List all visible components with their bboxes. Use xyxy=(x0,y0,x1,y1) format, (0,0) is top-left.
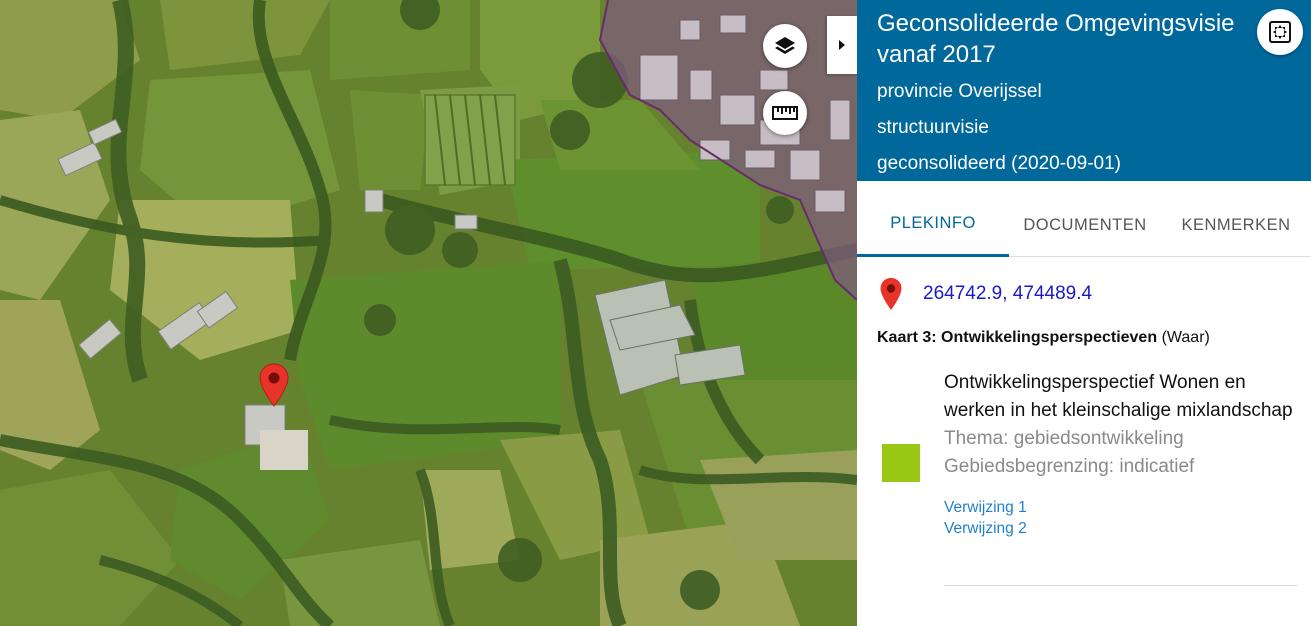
ruler-icon xyxy=(772,106,798,120)
map-layer-title: Kaart 3: Ontwikkelingsperspectieven (Waa… xyxy=(857,315,1311,347)
legend-item: Ontwikkelingsperspectief Wonen en werken… xyxy=(857,369,1311,549)
map-marker-icon[interactable] xyxy=(258,363,290,407)
map-view[interactable] xyxy=(0,0,857,626)
legend-name: Ontwikkelingsperspectief Wonen en werken… xyxy=(944,372,1293,421)
layers-button[interactable] xyxy=(763,24,807,68)
tab-documenten[interactable]: DOCUMENTEN xyxy=(1009,181,1161,257)
plan-type: structuurvisie xyxy=(877,117,989,138)
layers-icon xyxy=(775,37,795,54)
location-pin-icon xyxy=(880,278,902,310)
aerial-imagery xyxy=(0,0,857,626)
coordinates-row: 264742.9, 474489.4 xyxy=(857,257,1311,315)
measure-button[interactable] xyxy=(763,91,807,135)
map-layer-name: Kaart 3: Ontwikkelingsperspectieven xyxy=(877,329,1158,346)
chevron-right-icon xyxy=(839,40,845,50)
legend-thema: Thema: gebiedsontwikkeling xyxy=(944,428,1184,449)
plan-header: Geconsolideerde Omgevingsvisie vanaf 201… xyxy=(857,0,1311,181)
tab-plekinfo[interactable]: PLEKINFO xyxy=(857,181,1009,257)
legend-text: Ontwikkelingsperspectief Wonen en werken… xyxy=(944,369,1304,539)
plan-title: Geconsolideerde Omgevingsvisie vanaf 201… xyxy=(877,10,1235,68)
panel-tabs: PLEKINFO DOCUMENTEN KENMERKEN xyxy=(857,181,1311,257)
legend-begrenzing: Gebiedsbegrenzing: indicatief xyxy=(944,456,1195,477)
reference-link-2[interactable]: Verwijzing 2 xyxy=(944,518,1304,539)
fullscreen-icon xyxy=(1269,21,1291,43)
plan-status: geconsolideerd (2020-09-01) xyxy=(877,153,1121,174)
legend-swatch xyxy=(882,444,920,482)
collapse-panel-button[interactable] xyxy=(827,16,857,74)
map-layer-status: (Waar) xyxy=(1161,329,1210,346)
reference-link-1[interactable]: Verwijzing 1 xyxy=(944,497,1304,518)
fullscreen-button[interactable] xyxy=(1257,9,1303,55)
info-panel: Geconsolideerde Omgevingsvisie vanaf 201… xyxy=(857,0,1311,626)
coordinates-value[interactable]: 264742.9, 474489.4 xyxy=(923,283,1092,305)
tab-kenmerken[interactable]: KENMERKEN xyxy=(1161,181,1311,257)
divider xyxy=(944,585,1298,586)
plan-authority: provincie Overijssel xyxy=(877,81,1042,102)
